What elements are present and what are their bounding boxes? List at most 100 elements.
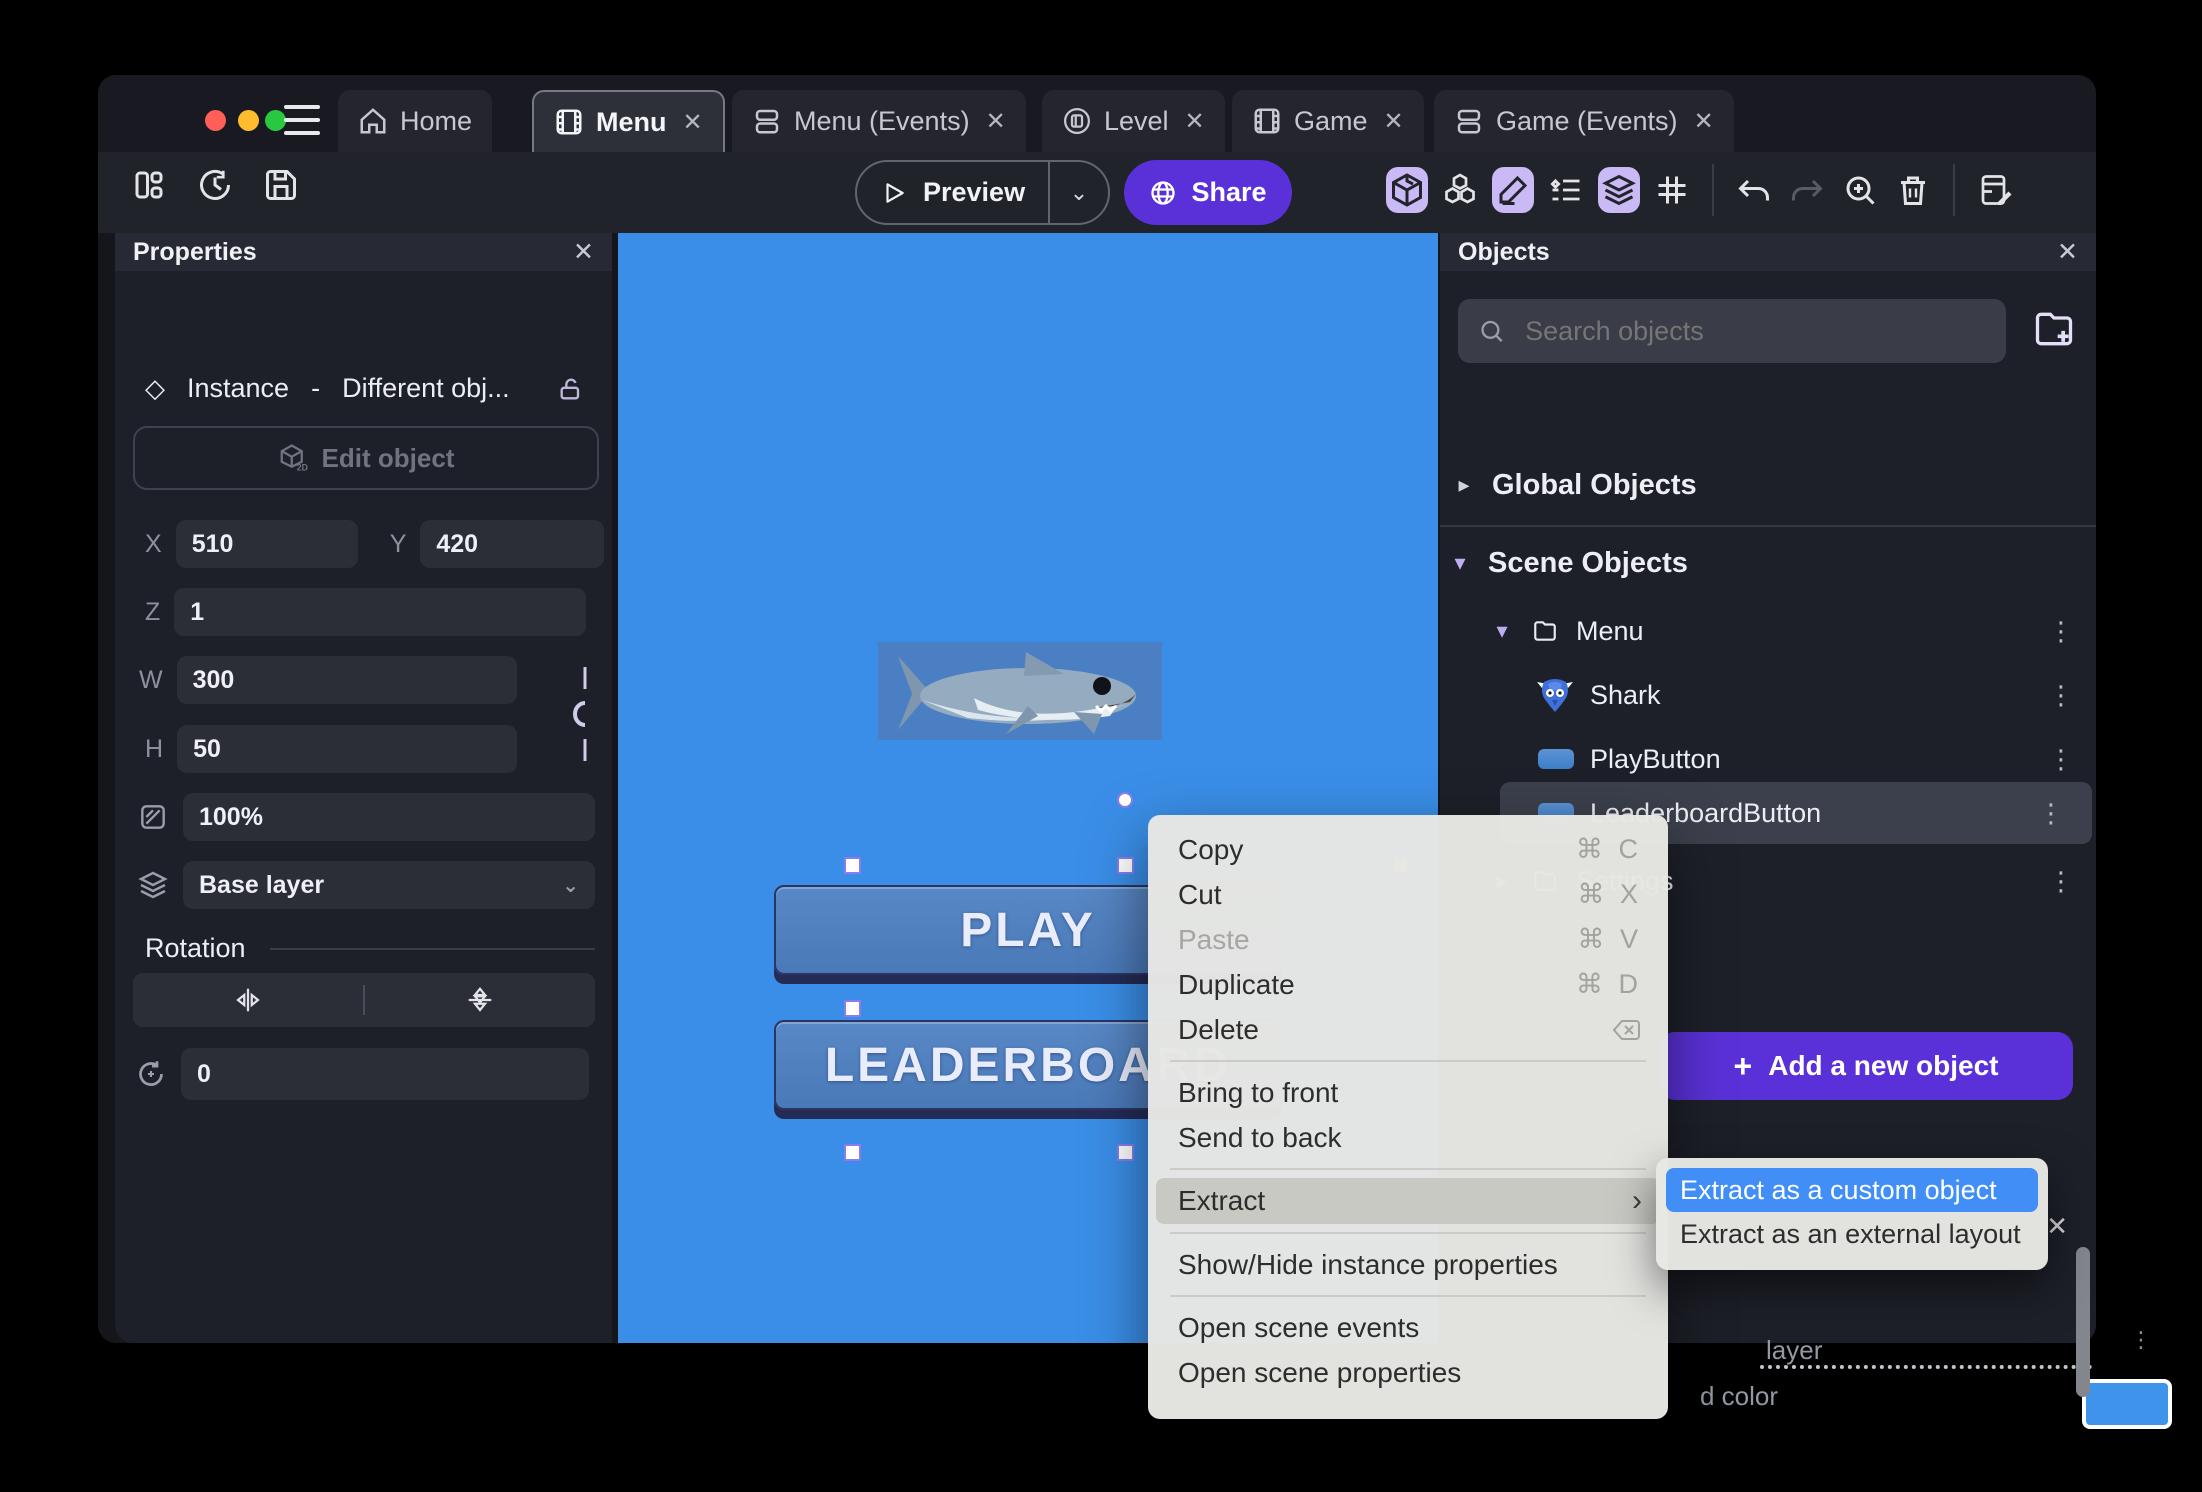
close-icon[interactable]: ✕ (573, 237, 594, 267)
link-wh-icon[interactable] (555, 661, 599, 767)
tab-close-icon[interactable]: ✕ (1384, 107, 1404, 136)
background-color-swatch[interactable] (2082, 1379, 2172, 1429)
tab-game[interactable]: Game ✕ (1232, 90, 1424, 152)
tree-row-shark[interactable]: Shark ⋮ (1440, 669, 2096, 721)
shark-sprite[interactable] (878, 642, 1162, 740)
history-icon[interactable] (194, 162, 236, 208)
layer-select[interactable]: Base layer ⌄ (183, 861, 595, 909)
submenu-item-extract-custom-object[interactable]: Extract as a custom object (1666, 1168, 2038, 1212)
folder-icon (1534, 621, 1556, 641)
scrollbar-thumb[interactable] (2076, 1247, 2090, 1397)
row-menu-icon[interactable]: ⋮ (2038, 798, 2096, 829)
selection-handle-bottom-center[interactable] (1117, 1144, 1134, 1161)
tab-game-events[interactable]: Game (Events) ✕ (1434, 90, 1734, 152)
save-icon[interactable] (260, 162, 302, 208)
tab-close-icon[interactable]: ✕ (1185, 107, 1205, 136)
instance-properties-icon[interactable] (1545, 167, 1587, 213)
menu-item-bring-to-front[interactable]: Bring to front (1148, 1070, 1668, 1115)
selection-handle-bottom-left[interactable] (844, 1144, 861, 1161)
menu-item-delete[interactable]: Delete (1148, 1007, 1668, 1052)
objects-list-icon[interactable] (1439, 167, 1481, 213)
tree-label: Menu (1576, 615, 1644, 646)
extract-submenu: Extract as a custom object Extract as an… (1656, 1158, 2048, 1270)
search-input[interactable] (1523, 314, 1986, 348)
tab-level[interactable]: Level ✕ (1042, 90, 1225, 152)
menu-item-open-scene-properties[interactable]: Open scene properties (1148, 1350, 1668, 1395)
tab-menu-events[interactable]: Menu (Events) ✕ (732, 90, 1026, 152)
unlock-icon[interactable] (557, 374, 585, 404)
h-field[interactable] (177, 725, 518, 773)
tab-home[interactable]: Home (338, 90, 493, 152)
tree-row-playbutton[interactable]: PlayButton ⋮ (1440, 733, 2096, 785)
tab-close-icon[interactable]: ✕ (683, 108, 703, 137)
zoom-in-icon[interactable] (1839, 167, 1881, 213)
row-menu-icon[interactable]: ⋮ (2130, 1327, 2152, 1353)
opacity-field[interactable] (183, 793, 595, 841)
minimize-window-button[interactable] (238, 110, 259, 131)
selection-handle-top-center[interactable] (1117, 857, 1134, 874)
row-menu-icon[interactable]: ⋮ (2048, 744, 2096, 775)
menu-item-open-scene-events[interactable]: Open scene events (1148, 1305, 1668, 1350)
row-menu-icon[interactable]: ⋮ (2048, 616, 2096, 647)
x-field[interactable] (175, 520, 358, 568)
tree-label: Shark (1590, 679, 1661, 710)
submenu-item-extract-external-layout[interactable]: Extract as an external layout (1666, 1212, 2038, 1256)
z-field[interactable] (174, 588, 587, 636)
y-field[interactable] (420, 520, 605, 568)
maximize-window-button[interactable] (265, 110, 286, 131)
preview-dropdown[interactable]: ⌄ (1048, 162, 1108, 223)
undo-icon[interactable] (1733, 167, 1775, 213)
selection-handle-mid-left[interactable] (844, 1000, 861, 1017)
share-button[interactable]: Share (1124, 160, 1292, 225)
menu-item-label: Open scene events (1178, 1311, 1420, 1343)
add-new-object-button[interactable]: + Add a new object (1659, 1032, 2073, 1100)
menu-item-send-to-back[interactable]: Send to back (1148, 1115, 1668, 1160)
flip-vertical-button[interactable] (365, 985, 595, 1015)
toggle-3d-view-icon[interactable] (1386, 167, 1428, 213)
menu-item-label: Paste (1178, 923, 1250, 955)
preview-button[interactable]: Preview ⌄ (855, 160, 1110, 225)
tab-label: Game (Events) (1496, 105, 1678, 136)
menu-item-copy[interactable]: Copy ⌘ C (1148, 827, 1668, 872)
grid-icon[interactable] (1651, 167, 1693, 213)
hamburger-menu-icon[interactable] (284, 105, 320, 135)
layer-value: Base layer (199, 870, 325, 899)
chevron-down-icon: ⌄ (1069, 179, 1089, 205)
close-icon[interactable]: ✕ (2057, 237, 2078, 267)
edit-mode-icon[interactable] (1492, 167, 1534, 213)
menu-item-cut[interactable]: Cut ⌘ X (1148, 872, 1668, 917)
plus-icon: + (1733, 1047, 1753, 1084)
tab-close-icon[interactable]: ✕ (986, 107, 1006, 136)
edit-object-button[interactable]: 2D Edit object (133, 426, 599, 490)
row-menu-icon[interactable]: ⋮ (2048, 680, 2096, 711)
button-object-icon (1538, 749, 1574, 769)
trash-icon[interactable] (1892, 167, 1934, 213)
preview-main[interactable]: Preview (857, 177, 1048, 208)
tab-close-icon[interactable]: ✕ (1694, 107, 1714, 136)
global-objects-row[interactable]: ▸ Global Objects (1440, 463, 2096, 507)
project-manager-icon[interactable] (128, 162, 170, 208)
close-icon[interactable]: ✕ (2046, 1211, 2068, 1242)
scene-objects-row[interactable]: ▾ Scene Objects (1440, 541, 2096, 585)
menu-item-extract[interactable]: Extract › (1156, 1178, 1660, 1224)
menu-item-show-hide-instance-properties[interactable]: Show/Hide instance properties (1148, 1242, 1668, 1287)
angle-field[interactable] (181, 1048, 589, 1100)
row-menu-icon[interactable]: ⋮ (2048, 866, 2096, 897)
add-folder-icon[interactable] (2032, 307, 2076, 351)
rotate-handle[interactable] (1117, 792, 1133, 808)
chevron-down-icon: ⌄ (562, 874, 579, 897)
menu-item-duplicate[interactable]: Duplicate ⌘ D (1148, 962, 1668, 1007)
search-icon (1481, 320, 1503, 342)
flip-horizontal-button[interactable] (133, 985, 363, 1015)
layers-panel-icon[interactable] (1598, 167, 1640, 213)
objects-header: Objects ✕ (1440, 233, 2096, 271)
tab-menu[interactable]: Menu ✕ (532, 90, 725, 152)
w-field[interactable] (176, 656, 517, 704)
close-window-button[interactable] (205, 110, 226, 131)
menu-item-paste[interactable]: Paste ⌘ V (1148, 917, 1668, 962)
svg-text:2D: 2D (296, 463, 307, 473)
selection-handle-top-left[interactable] (844, 857, 861, 874)
edit-scene-events-icon[interactable] (1974, 167, 2016, 213)
tree-row-menu-folder[interactable]: ▾ Menu ⋮ (1440, 605, 2096, 657)
redo-icon[interactable] (1786, 167, 1828, 213)
